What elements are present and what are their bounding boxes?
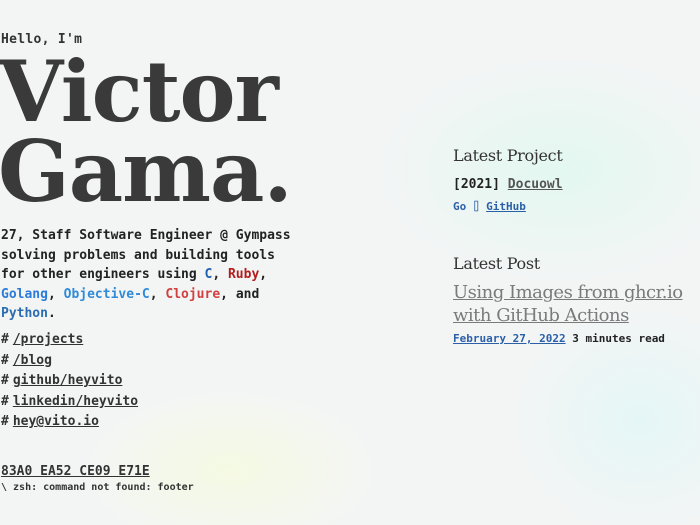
hash-prefix: #: [1, 373, 9, 388]
bio-sep: ,: [212, 267, 221, 282]
hash-prefix: #: [1, 393, 9, 409]
github-link[interactable]: github/heyvito: [13, 373, 123, 388]
name-last: Gama.: [0, 122, 293, 221]
lang-python: Python: [1, 306, 48, 321]
separator-icon: ⌷: [472, 200, 480, 213]
bio-sep: ,: [47, 286, 56, 302]
bio-intro: 27, Staff Software Engineer @ Gympass: [1, 228, 291, 243]
nav-item-projects: # /projects: [1, 330, 138, 351]
projects-link[interactable]: /projects: [13, 332, 83, 347]
post-date-link[interactable]: February 27, 2022: [453, 332, 566, 345]
project-year: [2021]: [453, 177, 500, 192]
bio-sep: ,: [259, 267, 268, 282]
project-link[interactable]: Docuowl: [508, 177, 563, 192]
nav-item-github: # github/heyvito: [1, 371, 138, 392]
project-tags: Go ⌷ GitHub: [453, 200, 526, 213]
post-meta: February 27, 2022 3 minutes read: [453, 332, 665, 345]
page-title: Victor Gama.: [0, 50, 293, 214]
nav-links: # /projects # /blog # github/heyvito # linke…: [1, 330, 138, 433]
footer-zsh-message: \ zsh: command not found: footer: [1, 482, 194, 493]
blog-link[interactable]: /blog: [13, 353, 52, 368]
email-link[interactable]: hey@vito.io: [13, 414, 99, 429]
lang-objective-c: Objective-C: [63, 286, 150, 302]
post-title-link[interactable]: Using Images from ghcr.io with GitHub Ac…: [453, 281, 693, 327]
linkedin-link[interactable]: linkedin/heyvito: [13, 394, 138, 409]
bio-end: .: [47, 306, 56, 321]
bio-sep: , and: [220, 286, 260, 302]
hash-prefix: #: [1, 414, 9, 429]
project-language: Go: [453, 200, 467, 213]
bio-sep: ,: [149, 286, 158, 302]
bio: 27, Staff Software Engineer @ Gympass so…: [1, 226, 306, 324]
hash-prefix: #: [1, 352, 9, 368]
lang-golang: Golang: [1, 286, 48, 302]
post-read-time: 3 minutes read: [572, 332, 665, 345]
nav-item-blog: # /blog: [1, 351, 138, 372]
latest-post-heading: Latest Post: [453, 254, 540, 273]
pgp-fingerprint-link[interactable]: 83A0 EA52 CE09 E71E: [1, 464, 150, 479]
lang-ruby: Ruby: [227, 267, 260, 282]
lang-clojure: Clojure: [165, 286, 221, 302]
latest-project-line: [2021] Docuowl: [453, 177, 563, 192]
nav-item-email: # hey@vito.io: [1, 412, 138, 433]
nav-item-linkedin: # linkedin/heyvito: [1, 392, 138, 413]
latest-project-heading: Latest Project: [453, 146, 563, 165]
hash-prefix: #: [1, 332, 9, 347]
project-github-link[interactable]: GitHub: [486, 200, 526, 213]
